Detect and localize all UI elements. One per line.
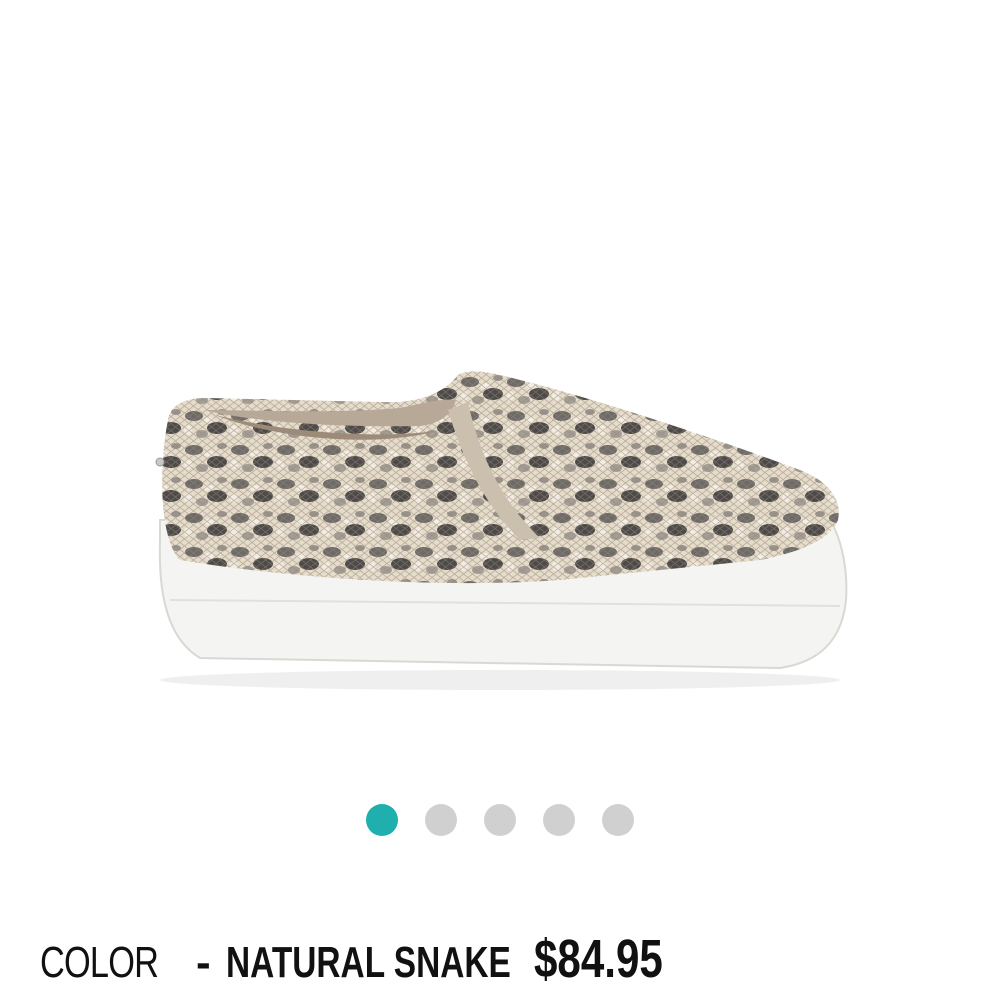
color-name: NATURAL SNAKE bbox=[226, 938, 511, 987]
product-image[interactable] bbox=[0, 0, 1000, 790]
carousel-dot-4[interactable] bbox=[543, 804, 575, 836]
color-label: COLOR bbox=[40, 938, 159, 987]
carousel-dot-1[interactable] bbox=[366, 804, 398, 836]
sneaker-illustration bbox=[155, 371, 848, 690]
product-info-row: COLOR - NATURAL SNAKE $84.95 bbox=[40, 928, 699, 989]
carousel-dot-5[interactable] bbox=[602, 804, 634, 836]
heel-rivet bbox=[155, 457, 165, 467]
image-carousel-dots bbox=[0, 803, 1000, 837]
shoe-shadow bbox=[160, 670, 840, 690]
product-price: $84.95 bbox=[534, 929, 663, 989]
product-page: COLOR - NATURAL SNAKE $84.95 bbox=[0, 0, 1000, 1000]
carousel-dot-3[interactable] bbox=[484, 804, 516, 836]
carousel-dot-2[interactable] bbox=[425, 804, 457, 836]
color-separator: - bbox=[196, 938, 211, 987]
